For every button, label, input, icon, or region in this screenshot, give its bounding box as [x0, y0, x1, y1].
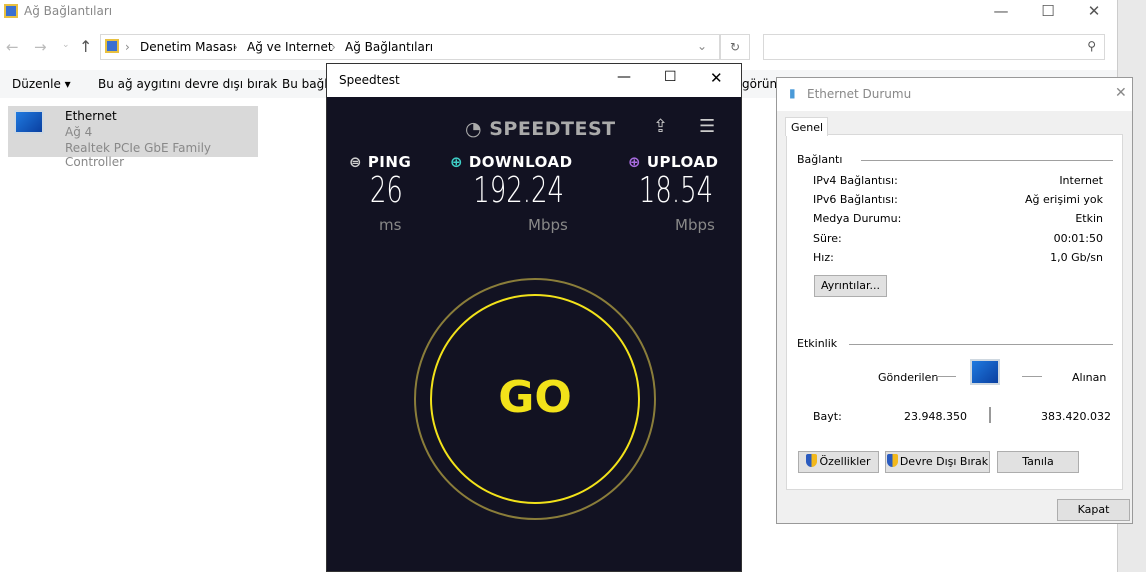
general-panel: Bağlantı IPv4 Bağlantısı: Internet IPv6 B…	[786, 134, 1123, 490]
bytes-label: Bayt:	[813, 410, 842, 423]
chevron-down-icon[interactable]: ⌄	[697, 39, 707, 53]
activity-header: Etkinlik	[797, 337, 838, 350]
list-item-ethernet[interactable]: Ethernet Ağ 4 Realtek PCIe GbE Family Co…	[8, 106, 258, 169]
received-label: Alınan	[1072, 371, 1107, 384]
download-label: DOWNLOAD	[468, 153, 573, 171]
upload-unit: Mbps	[675, 216, 715, 234]
ping-label: PING	[367, 153, 412, 171]
bytes-sent: 23.948.350	[904, 410, 967, 423]
chevron-icon: ›	[331, 40, 336, 54]
speedtest-window: Speedtest — ☐ ✕ ◔ SPEEDTEST ⇪ ☰ ⊜ PING ⊕…	[326, 63, 742, 572]
ping-unit: ms	[379, 216, 402, 234]
minimize-button[interactable]: —	[617, 69, 631, 85]
close-button[interactable]: ✕	[710, 69, 723, 87]
speedtest-logo: ◔ SPEEDTEST	[465, 118, 616, 140]
network-adapter-icon	[14, 110, 44, 134]
breadcrumb-item[interactable]: Ağ ve Internet	[247, 40, 333, 54]
item-adapter: Realtek PCIe GbE Family Controller	[65, 141, 211, 169]
close-button[interactable]: ✕	[1071, 0, 1117, 24]
maximize-button[interactable]: ☐	[664, 69, 677, 85]
view-status-button[interactable]: görün	[742, 77, 777, 91]
refresh-button[interactable]: ↻	[720, 34, 750, 60]
disable-device-button[interactable]: Bu ağ aygıtını devre dışı bırak	[98, 77, 277, 91]
forward-button[interactable]: →	[34, 38, 47, 56]
upload-icon: ⊕	[628, 153, 642, 171]
chevron-icon: ›	[125, 40, 130, 54]
address-bar[interactable]: › Denetim Masası › Ağ ve Internet › Ağ B…	[100, 34, 720, 60]
download-value: 192.24	[473, 170, 564, 211]
minimize-button[interactable]: —	[978, 0, 1024, 24]
info-row: IPv6 Bağlantısı: Ağ erişimi yok	[813, 193, 1103, 206]
window-title: Speedtest	[339, 73, 400, 87]
search-icon: ⚲	[1087, 39, 1096, 53]
share-icon[interactable]: ⇪	[653, 116, 668, 137]
uac-shield-icon	[886, 454, 898, 467]
ethernet-status-dialog: ▮ Ethernet Durumu ✕ Genel Bağlantı IPv4 …	[776, 77, 1133, 524]
network-folder-icon	[4, 4, 18, 18]
download-unit: Mbps	[528, 216, 568, 234]
sent-label: Gönderilen	[878, 371, 939, 384]
disable-button[interactable]: Devre Dışı Bırak	[885, 451, 990, 473]
maximize-button[interactable]: ☐	[1025, 0, 1071, 24]
info-row: Medya Durumu: Etkin	[813, 212, 1103, 225]
item-network: Ağ 4	[65, 125, 93, 139]
chevron-icon: ›	[233, 40, 238, 54]
up-button[interactable]: ↑	[79, 37, 92, 56]
window-title: Ağ Bağlantıları	[24, 4, 113, 18]
close-button[interactable]: ✕	[1115, 85, 1127, 101]
upload-value: 18.54	[638, 170, 713, 211]
upload-label: UPLOAD	[646, 153, 719, 171]
download-icon: ⊕	[450, 153, 464, 171]
properties-button[interactable]: Özellikler	[798, 451, 879, 473]
info-row: IPv4 Bağlantısı: Internet	[813, 174, 1103, 187]
ping-value: 26	[370, 170, 403, 211]
settings-sliders-icon[interactable]: ☰	[699, 116, 715, 137]
details-button[interactable]: Ayrıntılar...	[814, 275, 887, 297]
breadcrumb-item[interactable]: Ağ Bağlantıları	[345, 40, 433, 54]
bytes-received: 383.420.032	[1041, 410, 1111, 423]
diagnose-button[interactable]: Tanıla	[997, 451, 1079, 473]
item-name: Ethernet	[65, 109, 117, 123]
connection-header: Bağlantı	[797, 153, 843, 166]
info-row: Hız: 1,0 Gb/sn	[813, 251, 1103, 264]
organize-menu[interactable]: Düzenle ▾	[12, 77, 71, 91]
breadcrumb-item[interactable]: Denetim Masası	[140, 40, 236, 54]
dialog-title: Ethernet Durumu	[807, 87, 912, 101]
go-button[interactable]: GO	[430, 294, 640, 504]
close-dialog-button[interactable]: Kapat	[1057, 499, 1130, 521]
uac-shield-icon	[806, 454, 818, 467]
search-input[interactable]: ⚲	[763, 34, 1105, 60]
network-folder-icon	[105, 39, 119, 53]
back-button[interactable]: ←	[6, 38, 19, 56]
ping-icon: ⊜	[349, 153, 363, 171]
ethernet-connector-icon: ▮	[789, 86, 796, 100]
network-activity-icon	[970, 359, 1000, 385]
recent-dropdown[interactable]: ⌄	[62, 40, 70, 50]
info-row: Süre: 00:01:50	[813, 232, 1103, 245]
tab-general[interactable]: Genel	[785, 117, 828, 136]
